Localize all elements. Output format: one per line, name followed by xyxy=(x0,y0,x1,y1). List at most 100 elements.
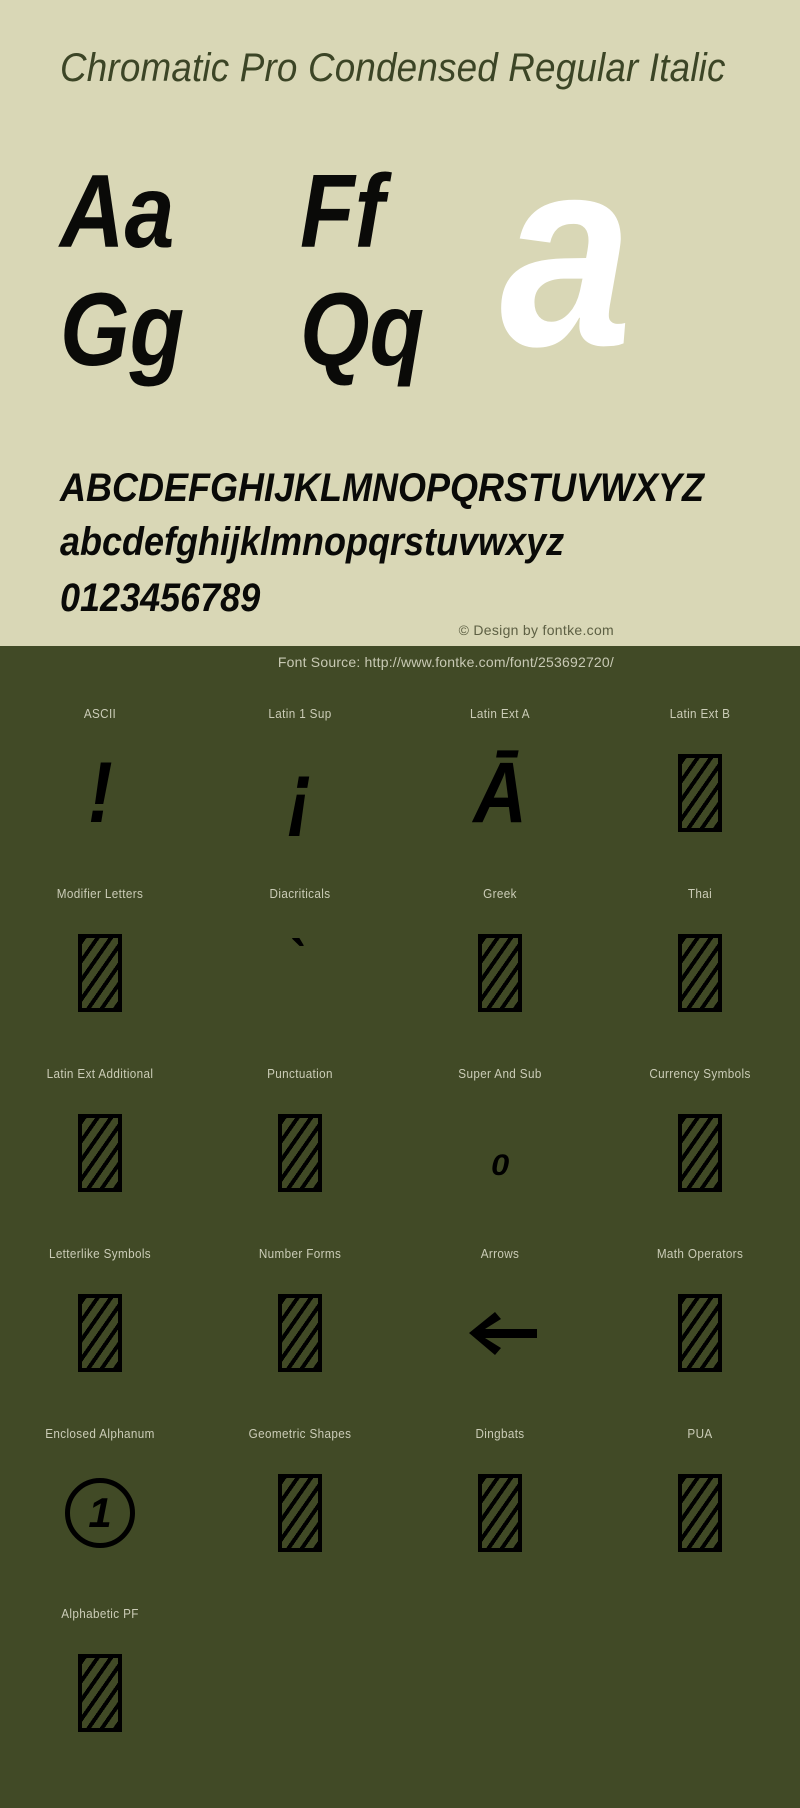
unicode-block-cell-pua: PUA xyxy=(600,1408,800,1588)
unicode-block-label: PUA xyxy=(687,1426,713,1441)
missing-glyph-box-icon xyxy=(678,754,722,832)
font-source-link[interactable]: Font Source: http://www.fontke.com/font/… xyxy=(278,654,614,670)
big-sample-qq: Qq xyxy=(300,272,425,388)
unicode-block-cell-super-and-sub: Super And Sub ₀ xyxy=(400,1048,600,1228)
missing-glyph-box-icon xyxy=(478,1474,522,1552)
unicode-block-cell-latin-ext-a: Latin Ext A Ā xyxy=(400,688,600,868)
missing-glyph-box-icon xyxy=(678,1474,722,1552)
unicode-block-cell-currency-symbols: Currency Symbols xyxy=(600,1048,800,1228)
missing-glyph-box-icon xyxy=(278,1294,322,1372)
sample-glyph: Ā xyxy=(473,745,527,841)
unicode-block-label: Latin Ext A xyxy=(470,706,530,721)
missing-glyph-box-icon xyxy=(678,1114,722,1192)
unicode-block-sample: 1 xyxy=(0,1448,200,1578)
unicode-block-sample xyxy=(200,1088,400,1218)
missing-glyph-box-icon xyxy=(78,1114,122,1192)
big-sample-aa: Aa xyxy=(60,154,175,270)
unicode-coverage-panel: Font Source: http://www.fontke.com/font/… xyxy=(0,646,800,1808)
unicode-block-cell-letterlike-symbols: Letterlike Symbols xyxy=(0,1228,200,1408)
unicode-block-cell-geometric-shapes: Geometric Shapes xyxy=(200,1408,400,1588)
unicode-block-sample: ̀ xyxy=(200,908,400,1038)
missing-glyph-box-icon xyxy=(78,934,122,1012)
unicode-block-label: Math Operators xyxy=(656,1246,744,1261)
unicode-block-sample xyxy=(400,1268,600,1398)
unicode-block-label: Arrows xyxy=(480,1246,520,1261)
specimen-panel: Chromatic Pro Condensed Regular Italic A… xyxy=(0,0,800,646)
unicode-block-label: Enclosed Alphanum xyxy=(45,1426,155,1441)
unicode-block-label: Latin 1 Sup xyxy=(268,706,332,721)
unicode-block-label: Greek xyxy=(483,886,517,901)
alphabet-uppercase: ABCDEFGHIJKLMNOPQRSTUVWXYZ xyxy=(60,466,705,510)
unicode-block-label: Alphabetic PF xyxy=(61,1606,139,1621)
sample-glyph: ! xyxy=(87,745,113,841)
unicode-block-sample xyxy=(0,908,200,1038)
unicode-block-cell-ascii: ASCII! xyxy=(0,688,200,868)
unicode-block-row: Modifier Letters Diacriticals̀ Greek Thai xyxy=(0,868,800,1048)
unicode-block-cell-thai: Thai xyxy=(600,868,800,1048)
unicode-block-row: Latin Ext Additional Punctuation Super And… xyxy=(0,1048,800,1228)
unicode-block-label: Latin Ext B xyxy=(669,706,731,721)
alphabet-lowercase: abcdefghijklmnopqrstuvwxyz xyxy=(60,520,565,564)
unicode-block-cell-enclosed-alphanum: Enclosed Alphanum 1 xyxy=(0,1408,200,1588)
unicode-block-label: Letterlike Symbols xyxy=(48,1246,152,1261)
unicode-block-cell-dingbats: Dingbats xyxy=(400,1408,600,1588)
unicode-block-label: Diacriticals xyxy=(269,886,331,901)
unicode-block-cell-greek: Greek xyxy=(400,868,600,1048)
unicode-block-sample xyxy=(600,1268,800,1398)
unicode-block-cell-alphabetic-pf: Alphabetic PF xyxy=(0,1588,200,1768)
unicode-block-sample: ¡ xyxy=(200,728,400,858)
sample-glyph: ¡ xyxy=(287,745,313,841)
unicode-block-label: Latin Ext Additional xyxy=(46,1066,154,1081)
unicode-block-row: Alphabetic PF xyxy=(0,1588,800,1768)
missing-glyph-box-icon xyxy=(78,1294,122,1372)
font-specimen-page: Chromatic Pro Condensed Regular Italic A… xyxy=(0,0,800,1808)
unicode-block-sample: ₀ xyxy=(400,1088,600,1218)
unicode-block-label: Modifier Letters xyxy=(56,886,144,901)
unicode-block-label: Thai xyxy=(687,886,713,901)
missing-glyph-box-icon xyxy=(478,934,522,1012)
unicode-block-label: Super And Sub xyxy=(458,1066,542,1081)
sample-glyph: ₀ xyxy=(489,1118,511,1187)
big-sample-gg: Gg xyxy=(60,272,185,388)
unicode-block-cell-empty xyxy=(400,1588,600,1768)
unicode-block-sample xyxy=(600,728,800,858)
unicode-block-sample xyxy=(200,1448,400,1578)
unicode-block-label: Punctuation xyxy=(267,1066,333,1081)
unicode-block-sample xyxy=(0,1628,200,1758)
unicode-block-cell-punctuation: Punctuation xyxy=(200,1048,400,1228)
unicode-block-cell-latin-ext-additional: Latin Ext Additional xyxy=(0,1048,200,1228)
unicode-block-sample xyxy=(400,908,600,1038)
missing-glyph-box-icon xyxy=(278,1474,322,1552)
unicode-block-cell-number-forms: Number Forms xyxy=(200,1228,400,1408)
unicode-block-sample xyxy=(600,908,800,1038)
arrow-left-icon xyxy=(469,1312,537,1355)
unicode-block-sample xyxy=(600,1088,800,1218)
unicode-block-label: Geometric Shapes xyxy=(248,1426,352,1441)
unicode-block-cell-latin-ext-b: Latin Ext B xyxy=(600,688,800,868)
copyright-notice: © Design by fontke.com xyxy=(458,622,614,638)
unicode-block-sample: Ā xyxy=(400,728,600,858)
unicode-block-sample xyxy=(0,1088,200,1218)
circled-number-glyph: 1 xyxy=(65,1478,135,1548)
digits-sample: 0123456789 xyxy=(60,576,261,620)
unicode-block-grid: ASCII! Latin 1 Sup ¡ Latin Ext A Ā Latin Ext … xyxy=(0,688,800,1768)
page-title: Chromatic Pro Condensed Regular Italic xyxy=(60,46,726,90)
unicode-block-label: Number Forms xyxy=(258,1246,342,1261)
unicode-block-cell-empty xyxy=(600,1588,800,1768)
unicode-block-sample xyxy=(0,1268,200,1398)
missing-glyph-box-icon xyxy=(678,1294,722,1372)
unicode-block-label: Dingbats xyxy=(475,1426,525,1441)
unicode-block-sample xyxy=(200,1268,400,1398)
unicode-block-row: ASCII! Latin 1 Sup ¡ Latin Ext A Ā Latin Ext … xyxy=(0,688,800,868)
unicode-block-cell-arrows: Arrows xyxy=(400,1228,600,1408)
missing-glyph-box-icon xyxy=(78,1654,122,1732)
missing-glyph-box-icon xyxy=(678,934,722,1012)
unicode-block-row: Letterlike Symbols Number Forms Arrows Math… xyxy=(0,1228,800,1408)
big-sample-white-letter: a xyxy=(500,102,633,403)
unicode-block-sample xyxy=(400,1448,600,1578)
big-sample-ff: Ff xyxy=(300,154,385,270)
unicode-block-cell-modifier-letters: Modifier Letters xyxy=(0,868,200,1048)
unicode-block-label: ASCII xyxy=(83,706,117,721)
unicode-block-cell-latin-1-sup: Latin 1 Sup ¡ xyxy=(200,688,400,868)
unicode-block-sample: ! xyxy=(0,728,200,858)
